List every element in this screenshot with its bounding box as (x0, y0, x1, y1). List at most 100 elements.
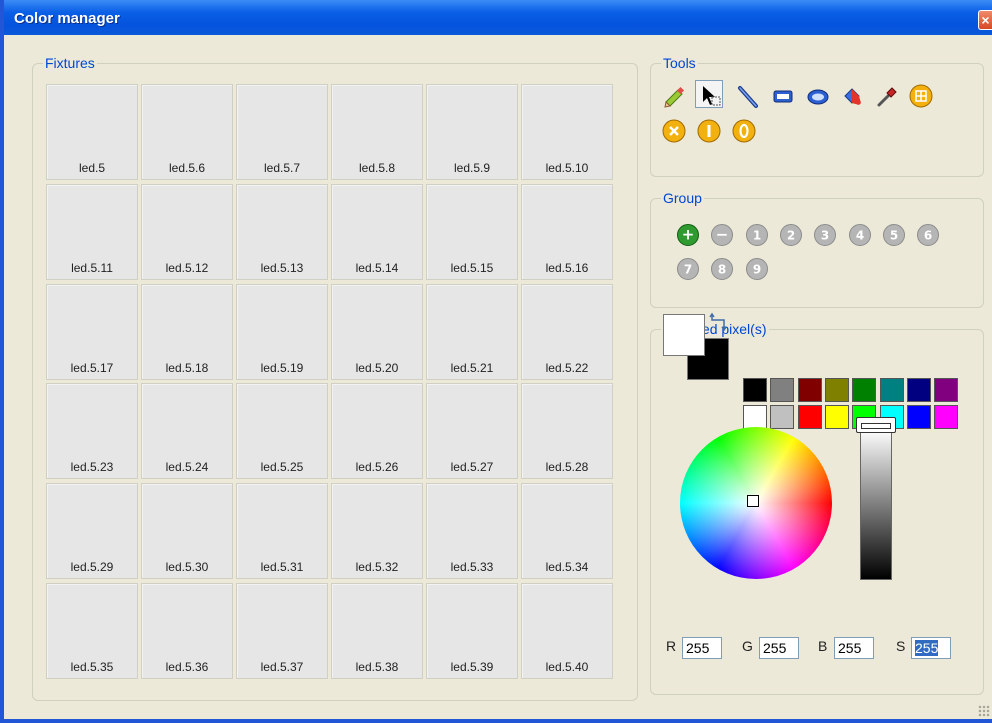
brightness-slider[interactable] (860, 428, 892, 580)
title-bar[interactable]: Color manager × (4, 0, 992, 35)
fixture-tile[interactable]: led.5.23 (46, 383, 138, 480)
color-wheel-cursor[interactable] (747, 495, 759, 507)
fixture-tile[interactable]: led.5.11 (46, 183, 138, 280)
fixture-tile[interactable]: led.5.36 (141, 583, 233, 679)
group-5-icon[interactable]: 5 (882, 223, 906, 247)
fixture-label: led.5.21 (450, 360, 494, 375)
fixture-label: led.5 (78, 161, 106, 175)
fixture-tile[interactable]: led.5.24 (141, 383, 233, 480)
fixture-tile[interactable]: led.5.26 (331, 383, 423, 480)
fill-bucket-icon[interactable] (838, 82, 866, 110)
add-group-icon[interactable]: + (676, 223, 700, 247)
fixture-tile[interactable]: led.5.21 (426, 283, 518, 380)
group-1-icon[interactable]: 1 (745, 223, 769, 247)
fixture-tile[interactable]: led.5.9 (426, 84, 518, 180)
fixture-tile[interactable]: led.5.14 (331, 183, 423, 280)
palette-swatch[interactable] (824, 405, 849, 429)
palette-swatch[interactable] (906, 378, 931, 402)
fixture-tile[interactable]: led.5.30 (141, 483, 233, 580)
fixture-tile[interactable]: led.5.37 (236, 583, 328, 679)
palette-swatch[interactable] (934, 405, 959, 429)
palette-swatch[interactable] (797, 378, 822, 402)
fixture-tile[interactable]: led.5 (46, 84, 138, 180)
fixture-tile[interactable]: led.5.29 (46, 483, 138, 580)
fixture-tile[interactable]: led.5.6 (141, 84, 233, 180)
fixture-tile[interactable]: led.5.28 (521, 383, 613, 480)
fixture-label: led.5.36 (165, 660, 209, 674)
remove-group-icon[interactable]: − (710, 223, 734, 247)
line-icon[interactable] (734, 82, 762, 110)
red-label: R (666, 638, 677, 654)
group-2-icon[interactable]: 2 (779, 223, 803, 247)
fixture-tile[interactable]: led.5.13 (236, 183, 328, 280)
select-arrow-icon[interactable] (695, 80, 723, 108)
palette-swatch[interactable] (743, 378, 767, 402)
saturation-input[interactable]: 255 (911, 637, 951, 659)
close-button[interactable]: × (978, 10, 992, 30)
fixture-label: led.5.20 (355, 360, 399, 375)
fixture-tile[interactable]: led.5.18 (141, 283, 233, 380)
palette-swatch[interactable] (906, 405, 931, 429)
eyedropper-icon[interactable] (873, 82, 901, 110)
green-input[interactable]: 255 (759, 637, 799, 659)
fixture-tile[interactable]: led.5.12 (141, 183, 233, 280)
ellipse-icon[interactable] (804, 82, 832, 110)
fixture-tile[interactable]: led.5.25 (236, 383, 328, 480)
fixture-tile[interactable]: led.5.19 (236, 283, 328, 380)
red-input[interactable]: 255 (682, 637, 722, 659)
palette-swatch[interactable] (879, 378, 904, 402)
fixture-tile[interactable]: led.5.20 (331, 283, 423, 380)
fixture-label: led.5.13 (260, 260, 304, 275)
fixture-tile[interactable]: led.5.22 (521, 283, 613, 380)
palette-swatch[interactable] (770, 378, 795, 402)
group-button-label: 6 (924, 229, 932, 243)
group-7-icon[interactable]: 7 (676, 257, 700, 281)
fixture-tile[interactable]: led.5.15 (426, 183, 518, 280)
foreground-color-swatch[interactable] (663, 314, 705, 356)
fixture-tile[interactable]: led.5.16 (521, 183, 613, 280)
fixture-tile[interactable]: led.5.17 (46, 283, 138, 380)
blue-input[interactable]: 255 (834, 637, 874, 659)
fixture-tile[interactable]: led.5.33 (426, 483, 518, 580)
palette-swatch[interactable] (852, 378, 877, 402)
group-8-icon[interactable]: 8 (710, 257, 734, 281)
group-4-icon[interactable]: 4 (848, 223, 872, 247)
fixture-tile[interactable]: led.5.31 (236, 483, 328, 580)
fixture-tile[interactable]: led.5.32 (331, 483, 423, 580)
fixture-tile[interactable]: led.5.7 (236, 84, 328, 180)
fixture-label: led.5.37 (260, 660, 304, 674)
pencil-icon[interactable] (660, 82, 688, 110)
group-9-icon[interactable]: 9 (745, 257, 769, 281)
fixture-label: led.5.25 (260, 460, 304, 475)
fixture-label: led.5.15 (450, 260, 494, 275)
group-3-icon[interactable]: 3 (813, 223, 837, 247)
palette-swatch[interactable] (743, 405, 767, 429)
fixture-tile[interactable]: led.5.39 (426, 583, 518, 679)
group-button-label: 5 (890, 229, 898, 243)
resize-grip[interactable] (978, 705, 990, 717)
grid-icon[interactable] (907, 82, 935, 110)
fixture-tile[interactable]: led.5.40 (521, 583, 613, 679)
fixture-tile[interactable]: led.5.27 (426, 383, 518, 480)
fixture-label: led.5.26 (355, 460, 399, 475)
fixtures-legend: Fixtures (45, 55, 95, 71)
palette-swatch[interactable] (797, 405, 822, 429)
close-circle-icon[interactable] (660, 117, 688, 145)
fixture-tile[interactable]: led.5.8 (331, 84, 423, 180)
zero-circle-icon[interactable] (730, 117, 758, 145)
fixture-tile[interactable]: led.5.35 (46, 583, 138, 679)
palette-swatch[interactable] (824, 378, 849, 402)
group-6-icon[interactable]: 6 (916, 223, 940, 247)
info-circle-icon[interactable] (695, 117, 723, 145)
swap-colors-icon[interactable] (709, 312, 729, 334)
fixture-tile[interactable]: led.5.10 (521, 84, 613, 180)
palette-swatch[interactable] (770, 405, 795, 429)
fixture-label: led.5.18 (165, 360, 209, 375)
fixture-tile[interactable]: led.5.38 (331, 583, 423, 679)
palette-swatch[interactable] (934, 378, 959, 402)
fixture-label: led.5.28 (545, 460, 589, 475)
brightness-slider-handle[interactable] (856, 417, 896, 433)
fixture-label: led.5.9 (453, 161, 491, 175)
rectangle-icon[interactable] (769, 82, 797, 110)
fixture-tile[interactable]: led.5.34 (521, 483, 613, 580)
